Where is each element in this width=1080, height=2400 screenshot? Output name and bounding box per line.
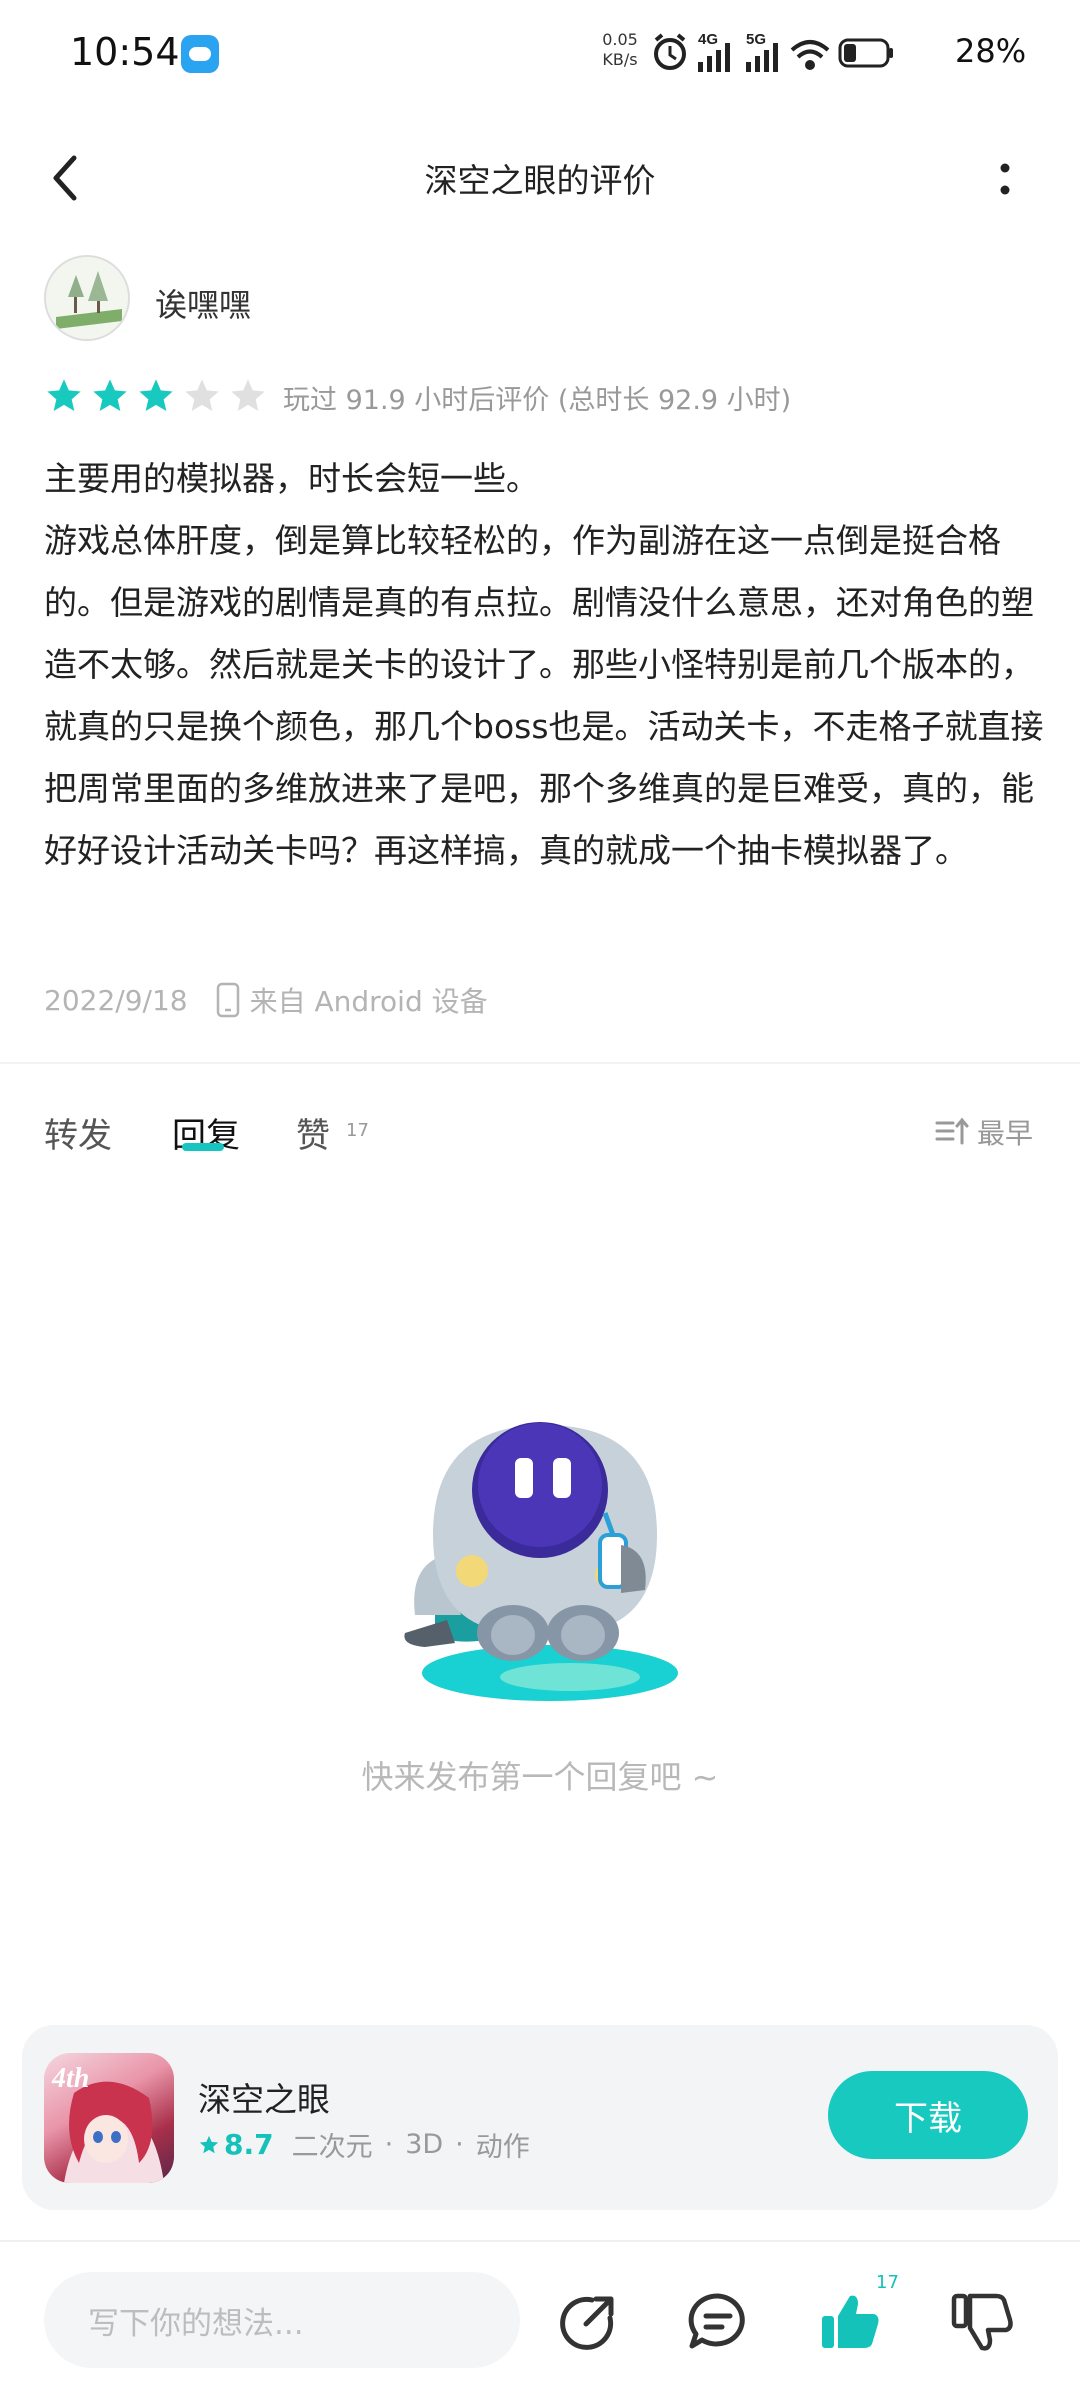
star-filled-icon xyxy=(139,379,173,411)
review-date: 2022/9/18 xyxy=(44,983,188,1017)
tab-like-count: 17 xyxy=(346,1120,369,1141)
page-title: 深空之眼的评价 xyxy=(424,161,656,200)
signal-5g-label: 5G xyxy=(746,31,766,48)
star-empty-icon xyxy=(185,379,219,411)
tab-bar: 转发 回复 赞 xyxy=(0,1100,1080,1170)
star-empty-icon xyxy=(231,379,265,411)
app-rating-row: 8.7 二次元 · 3D · 动作 xyxy=(198,2125,530,2164)
app-rating-score: 8.7 xyxy=(224,2128,274,2161)
app-tag: 3D xyxy=(405,2129,444,2160)
tab-repost[interactable]: 转发 xyxy=(44,1108,112,1157)
review-device: 来自 Android 设备 xyxy=(249,985,488,1018)
thumb-down-icon[interactable] xyxy=(950,2290,1014,2354)
review-meta: 2022/9/18 来自 Android 设备 xyxy=(44,980,488,1020)
app-tag: 二次元 xyxy=(291,2132,373,2163)
review-paragraph: 主要用的模拟器，时长会短一些。 xyxy=(44,459,539,498)
battery-icon xyxy=(838,38,893,68)
tab-like[interactable]: 赞 xyxy=(296,1108,330,1157)
battery-percent: 28% xyxy=(955,32,1027,70)
author-name[interactable]: 诶嘿嘿 xyxy=(155,280,251,326)
empty-state-text: 快来发布第一个回复吧 ~ xyxy=(361,1758,719,1796)
sort-label: 最早 xyxy=(977,1117,1034,1150)
star-filled-icon xyxy=(93,379,127,411)
download-button[interactable]: 下载 xyxy=(828,2071,1028,2159)
status-time: 10:54 xyxy=(70,30,180,74)
sort-icon xyxy=(935,1117,969,1145)
sort-toggle[interactable]: 最早 xyxy=(935,1112,1033,1152)
tag-separator: · xyxy=(384,2129,394,2160)
star-icon xyxy=(199,2135,219,2153)
more-vertical-icon[interactable] xyxy=(990,150,1020,210)
rating-stars xyxy=(44,376,268,416)
top-nav: 深空之眼的评价 xyxy=(0,130,1080,230)
signal-4g-label: 4G xyxy=(698,31,718,48)
review-paragraph: 游戏总体肝度，倒是算比较轻松的，作为副游在这一点倒是挺合格的。但是游戏的剧情是真… xyxy=(44,521,1044,870)
app-name[interactable]: 深空之眼 xyxy=(198,2073,330,2121)
like-count: 17 xyxy=(876,2272,899,2293)
cloud-app-icon xyxy=(181,35,219,73)
wifi-icon xyxy=(790,40,830,70)
section-divider xyxy=(0,1062,1080,1064)
network-speed-value: 0.05 xyxy=(602,30,638,49)
app-icon-text: 4th xyxy=(51,2063,89,2094)
app-tag: 动作 xyxy=(475,2132,530,2163)
alarm-icon xyxy=(654,33,686,70)
app-icon-art: 4th xyxy=(51,2063,164,2183)
thumb-up-icon[interactable] xyxy=(818,2290,882,2354)
network-speed: 0.05 KB/s xyxy=(598,30,642,70)
tag-separator: · xyxy=(455,2129,464,2160)
share-icon[interactable] xyxy=(556,2290,620,2354)
comment-icon[interactable] xyxy=(686,2290,750,2354)
robot-mascot-illustration xyxy=(404,1422,678,1701)
status-icons: 4G 5G xyxy=(654,31,893,72)
comment-input[interactable]: 写下你的想法... xyxy=(44,2272,520,2368)
app-card[interactable]: 4th 深空之眼 8.7 二次元 · 3D · 动作 下载 xyxy=(22,2025,1058,2210)
active-tab-indicator xyxy=(182,1143,224,1151)
status-bar: 10:54 0.05 KB/s 4G 5G 28% xyxy=(0,0,1080,110)
network-speed-unit: KB/s xyxy=(602,50,638,69)
avatar-image xyxy=(46,257,128,339)
app-icon[interactable]: 4th xyxy=(44,2053,174,2183)
play-time-info: 玩过 91.9 小时后评价 (总时长 92.9 小时) xyxy=(283,385,792,416)
review-text: 主要用的模拟器，时长会短一些。游戏总体肝度，倒是算比较轻松的，作为副游在这一点倒… xyxy=(44,448,1044,882)
bottom-divider xyxy=(0,2240,1080,2242)
star-filled-icon xyxy=(47,379,81,411)
avatar[interactable] xyxy=(44,255,130,341)
phone-icon xyxy=(216,982,239,1018)
